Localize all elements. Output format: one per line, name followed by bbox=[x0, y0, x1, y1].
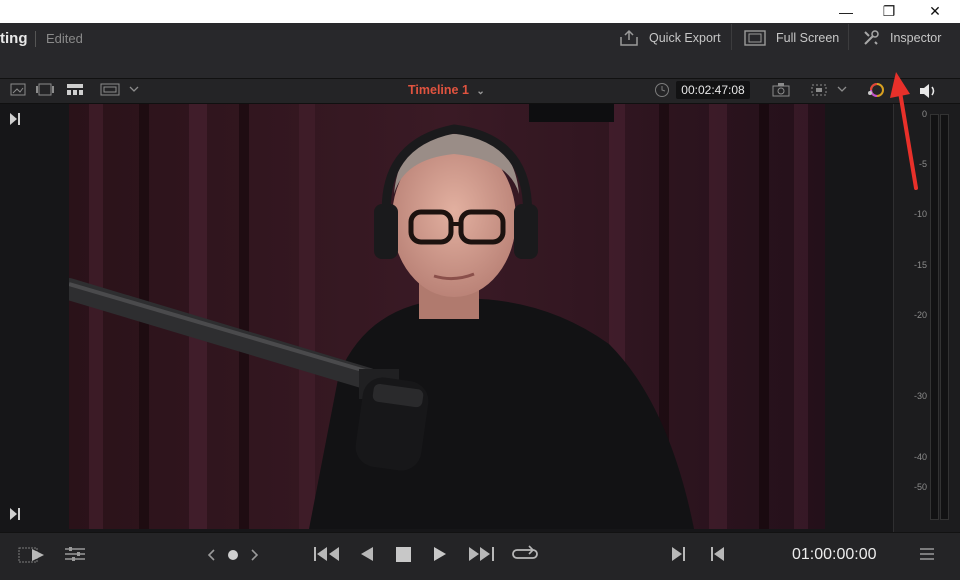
video-frame[interactable] bbox=[69, 104, 825, 529]
skip-end-icon[interactable] bbox=[9, 507, 21, 526]
last-frame-button[interactable] bbox=[467, 546, 495, 562]
meter-tick-label: -15 bbox=[913, 260, 927, 270]
meter-tick-label: -10 bbox=[913, 209, 927, 219]
annotation-arrow bbox=[890, 72, 918, 190]
grid-view-icon[interactable] bbox=[66, 83, 84, 96]
close-button[interactable]: ✕ bbox=[912, 0, 958, 23]
transform-dropdown[interactable] bbox=[810, 82, 852, 98]
close-icon: ✕ bbox=[929, 3, 941, 19]
minimize-button[interactable]: — bbox=[823, 0, 869, 23]
play-button[interactable] bbox=[432, 546, 448, 562]
viewer-size-dropdown[interactable] bbox=[100, 83, 146, 96]
inspector-label: Inspector bbox=[890, 31, 942, 45]
window-titlebar: — ❐ ✕ bbox=[0, 0, 960, 23]
edit-status: Edited bbox=[46, 31, 83, 46]
color-wheel-icon[interactable] bbox=[866, 81, 886, 99]
export-icon bbox=[619, 29, 639, 47]
full-screen-button[interactable]: Full Screen bbox=[744, 27, 839, 49]
previous-edit-button[interactable] bbox=[709, 546, 725, 562]
restore-button[interactable]: ❐ bbox=[866, 0, 912, 23]
full-screen-icon bbox=[744, 30, 766, 46]
title-divider bbox=[35, 31, 36, 47]
menu-icon[interactable] bbox=[919, 548, 935, 560]
first-frame-button[interactable] bbox=[313, 546, 341, 562]
audio-meter-left-channel bbox=[930, 114, 939, 520]
timeline-selector[interactable]: Timeline 1 ⌄ bbox=[408, 83, 485, 97]
quick-export-label: Quick Export bbox=[649, 31, 721, 45]
timeline-label: Timeline 1 bbox=[408, 83, 469, 97]
clock-icon bbox=[654, 82, 670, 98]
audio-meter-right-channel bbox=[940, 114, 949, 520]
project-title: ting bbox=[0, 30, 28, 47]
chevron-down-icon: ⌄ bbox=[476, 86, 485, 97]
full-screen-label: Full Screen bbox=[776, 31, 840, 45]
next-edit-button[interactable] bbox=[671, 546, 687, 562]
record-timecode[interactable]: 01:00:00:00 bbox=[792, 546, 877, 564]
restore-icon: ❐ bbox=[882, 3, 896, 19]
header-divider bbox=[731, 24, 732, 50]
play-range-icon[interactable] bbox=[18, 545, 46, 565]
camera-icon[interactable] bbox=[772, 82, 790, 98]
play-reverse-button[interactable] bbox=[359, 546, 375, 562]
quick-export-button[interactable]: Quick Export bbox=[619, 27, 721, 49]
inspector-button[interactable]: Inspector bbox=[862, 27, 941, 49]
source-timecode[interactable]: 00:02:47:08 bbox=[676, 81, 750, 99]
skip-start-icon[interactable] bbox=[9, 112, 21, 131]
jog-control[interactable] bbox=[206, 547, 260, 563]
meter-tick-label: -40 bbox=[913, 452, 927, 462]
loop-button[interactable] bbox=[511, 545, 539, 563]
meter-tick-label: -30 bbox=[913, 391, 927, 401]
header-divider bbox=[848, 24, 849, 50]
minimize-icon: — bbox=[839, 3, 853, 20]
settings-sliders-icon[interactable] bbox=[64, 546, 86, 562]
inspector-icon bbox=[862, 29, 880, 47]
video-frame-image bbox=[69, 104, 825, 529]
clip-view-icon[interactable] bbox=[35, 83, 55, 96]
meter-tick-label: -20 bbox=[913, 310, 927, 320]
meter-tick-label: -50 bbox=[913, 482, 927, 492]
image-view-icon[interactable] bbox=[10, 83, 26, 96]
stop-button[interactable] bbox=[396, 547, 411, 562]
